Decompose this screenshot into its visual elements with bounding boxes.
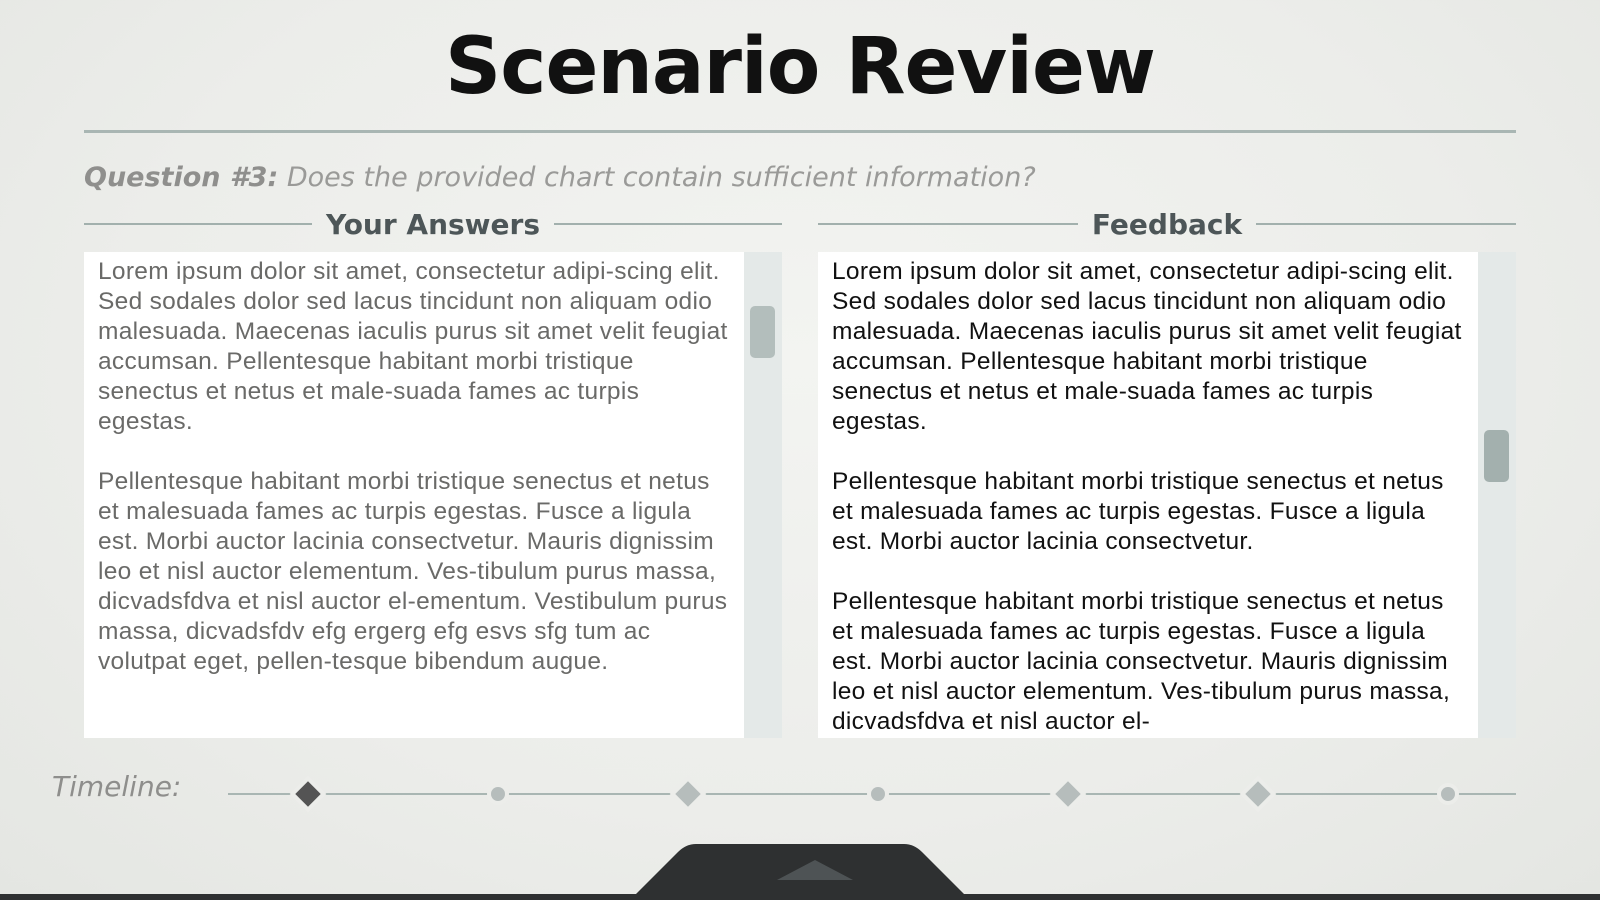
page-title: Scenario Review [445, 22, 1156, 112]
feedback-paragraph: Pellentesque habitant morbi tristique se… [832, 468, 1444, 555]
timeline-marker-7[interactable] [1441, 787, 1455, 801]
timeline-label: Timeline: [52, 770, 182, 803]
timeline-marker-1[interactable] [295, 781, 321, 807]
answers-scrollbar[interactable] [744, 252, 782, 738]
feedback-panel-header: Feedback [818, 204, 1517, 244]
header-rule-right [1256, 223, 1517, 225]
header-rule-right [554, 223, 783, 225]
answers-text: Lorem ipsum dolor sit amet, consectetur … [98, 257, 736, 707]
timeline-marker-5[interactable] [1055, 781, 1081, 807]
timeline-marker-3[interactable] [675, 781, 701, 807]
feedback-text-panel[interactable]: Lorem ipsum dolor sit amet, consectetur … [818, 252, 1516, 738]
answers-paragraph: Pellentesque habitant morbi tristique se… [98, 468, 728, 675]
feedback-paragraph: Pellentesque habitant morbi tristique se… [832, 588, 1451, 735]
question-number: Question #3: [84, 162, 279, 193]
feedback-text: Lorem ipsum dolor sit amet, consectetur … [832, 257, 1470, 738]
feedback-heading: Feedback [1091, 207, 1243, 241]
answers-text-panel[interactable]: Lorem ipsum dolor sit amet, consectetur … [84, 252, 782, 738]
feedback-scrollbar[interactable] [1478, 252, 1516, 738]
header-rule-left [84, 223, 312, 225]
feedback-paragraph: Lorem ipsum dolor sit amet, consectetur … [832, 258, 1462, 435]
timeline-marker-6[interactable] [1245, 781, 1271, 807]
bottom-bar [0, 894, 1600, 900]
answers-scroll-thumb[interactable] [750, 306, 775, 358]
chevron-up-icon [777, 860, 853, 880]
title-divider [84, 130, 1516, 133]
question-text: Does the provided chart contain sufficie… [286, 162, 1036, 193]
drawer-tab[interactable] [630, 844, 970, 900]
timeline-marker-4[interactable] [871, 787, 885, 801]
answers-panel-header: Your Answers [84, 204, 783, 244]
answers-heading: Your Answers [325, 207, 541, 241]
timeline-marker-2[interactable] [491, 787, 505, 801]
feedback-scroll-thumb[interactable] [1484, 430, 1509, 482]
answers-paragraph: Lorem ipsum dolor sit amet, consectetur … [98, 258, 728, 435]
header-rule-left [818, 223, 1078, 225]
question-prompt: Question #3: Does the provided chart con… [84, 162, 1036, 193]
